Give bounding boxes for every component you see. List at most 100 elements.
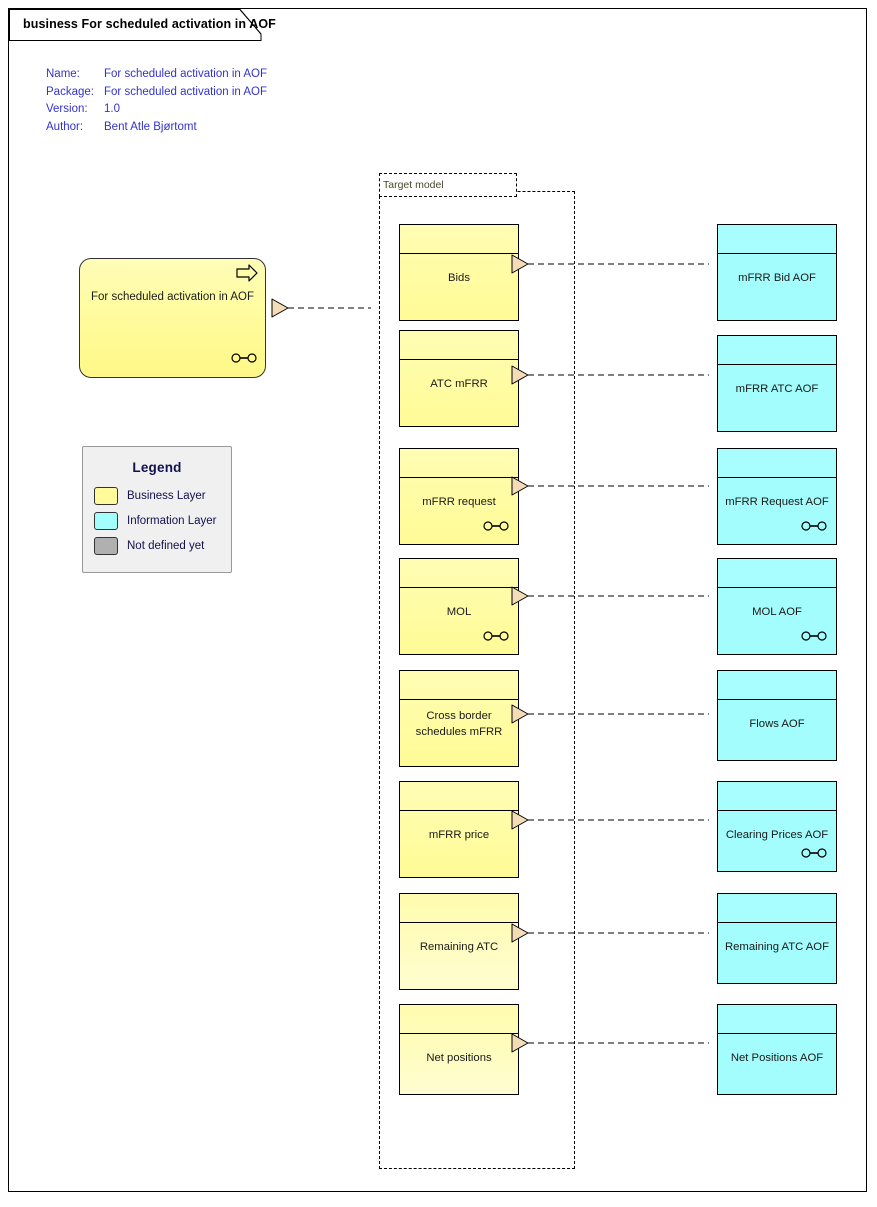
legend-item-information-layer: Information Layer (94, 509, 231, 532)
element-header-compartment (718, 449, 836, 478)
information-element-mol-aof[interactable]: MOL AOF (717, 558, 837, 655)
metadata-row-name: Name: For scheduled activation in AOF (46, 66, 267, 84)
diagram-title-text: business For scheduled activation in AOF (23, 17, 276, 31)
legend-swatch-not-defined-yet (94, 536, 118, 555)
element-header-compartment (400, 225, 518, 254)
business-element-atc-mfrr[interactable]: ATC mFRR (399, 330, 519, 427)
legend-swatch-business-layer (94, 486, 118, 505)
element-body-compartment: Bids (400, 254, 518, 320)
legend-title: Legend (132, 460, 182, 475)
element-name: Remaining ATC AOF (724, 941, 829, 953)
element-header-compartment (400, 782, 518, 811)
element-body-compartment: Cross border schedules mFRR (400, 700, 518, 766)
business-process-for-scheduled-activation[interactable]: For scheduled activation in AOF (79, 258, 266, 378)
metadata-key-version: Version: (46, 103, 88, 115)
ball-and-socket-icon (483, 628, 509, 646)
element-body-compartment: Net Positions AOF (718, 1034, 836, 1094)
metadata-row-package: Package: For scheduled activation in AOF (46, 84, 267, 102)
element-name: Flows AOF (749, 718, 805, 730)
legend-item-business-layer: Business Layer (94, 484, 231, 507)
element-body-compartment: mFRR Bid AOF (718, 254, 836, 320)
ball-and-socket-icon (801, 518, 827, 536)
element-name: mFRR Bid AOF (738, 272, 816, 284)
element-name: mFRR Request AOF (725, 496, 829, 508)
element-body-compartment: Flows AOF (718, 700, 836, 760)
element-name: MOL (446, 606, 472, 618)
element-name: mFRR ATC AOF (735, 383, 819, 395)
metadata-row-author: Author: Bent Atle Bjørtomt (46, 119, 267, 137)
business-element-cross-border-schedules-mfrr[interactable]: Cross border schedules mFRR (399, 670, 519, 767)
metadata-key-package: Package: (46, 85, 94, 98)
target-model-boundary-tag: Target model (379, 173, 517, 197)
element-body-compartment: mFRR ATC AOF (718, 365, 836, 431)
realization-connector-main-process (271, 298, 371, 318)
element-name: mFRR price (428, 829, 490, 841)
element-name: Cross border schedules mFRR (415, 710, 503, 738)
element-name: mFRR request (422, 496, 496, 508)
business-element-mol[interactable]: MOL (399, 558, 519, 655)
element-header-compartment (400, 1005, 518, 1034)
element-name: Clearing Prices AOF (725, 829, 829, 841)
metadata-value-package: For scheduled activation in AOF (104, 85, 267, 98)
ball-and-socket-icon (483, 518, 509, 536)
legend-panel: Legend Business Layer Information Layer … (82, 446, 232, 573)
element-body-compartment: ATC mFRR (400, 360, 518, 426)
element-body-compartment: mFRR request (400, 478, 518, 544)
metadata-value-version: 1.0 (104, 103, 120, 115)
legend-label-not-defined-yet: Not defined yet (127, 539, 205, 552)
element-body-compartment: Clearing Prices AOF (718, 811, 836, 871)
information-element-mfrr-bid-aof[interactable]: mFRR Bid AOF (717, 224, 837, 321)
element-name: ATC mFRR (430, 378, 488, 390)
element-header-compartment (718, 1005, 836, 1034)
element-name: Net Positions AOF (730, 1052, 824, 1064)
target-model-label: Target model (383, 179, 444, 191)
process-arrow-icon (236, 264, 258, 287)
element-header-compartment (718, 559, 836, 588)
legend-item-not-defined-yet: Not defined yet (94, 534, 231, 557)
element-header-compartment (718, 894, 836, 923)
element-header-compartment (718, 782, 836, 811)
information-element-net-positions-aof[interactable]: Net Positions AOF (717, 1004, 837, 1095)
element-header-compartment (718, 336, 836, 365)
information-element-mfrr-atc-aof[interactable]: mFRR ATC AOF (717, 335, 837, 432)
business-element-mfrr-price[interactable]: mFRR price (399, 781, 519, 878)
metadata-row-version: Version: 1.0 (46, 101, 267, 119)
information-element-remaining-atc-aof[interactable]: Remaining ATC AOF (717, 893, 837, 984)
legend-swatch-information-layer (94, 511, 118, 530)
element-header-compartment (718, 671, 836, 700)
business-element-remaining-atc[interactable]: Remaining ATC (399, 893, 519, 990)
metadata-key-author: Author: (46, 120, 84, 133)
metadata-value-name: For scheduled activation in AOF (104, 68, 267, 80)
business-element-mfrr-request[interactable]: mFRR request (399, 448, 519, 545)
metadata-key-name: Name: (46, 68, 80, 80)
element-header-compartment (400, 331, 518, 360)
element-name: MOL AOF (752, 606, 802, 618)
element-header-compartment (400, 449, 518, 478)
element-body-compartment: MOL AOF (718, 588, 836, 654)
legend-rows: Business Layer Information Layer Not def… (83, 484, 231, 557)
element-body-compartment: mFRR price (400, 811, 518, 877)
element-header-compartment (400, 559, 518, 588)
information-element-mfrr-request-aof[interactable]: mFRR Request AOF (717, 448, 837, 545)
element-body-compartment: Remaining ATC (400, 923, 518, 989)
information-element-clearing-prices-aof[interactable]: Clearing Prices AOF (717, 781, 837, 872)
diagram-title-tab: business For scheduled activation in AOF (9, 9, 276, 41)
legend-label-information-layer: Information Layer (127, 514, 217, 527)
element-body-compartment: Net positions (400, 1034, 518, 1094)
diagram-metadata: Name: For scheduled activation in AOF Pac… (46, 66, 267, 136)
element-body-compartment: Remaining ATC AOF (718, 923, 836, 983)
business-process-label: For scheduled activation in AOF (91, 291, 254, 303)
ball-and-socket-icon (801, 845, 827, 863)
element-header-compartment (400, 671, 518, 700)
element-name: Bids (448, 272, 470, 284)
element-name: Net positions (426, 1052, 492, 1064)
element-body-compartment: mFRR Request AOF (718, 478, 836, 544)
legend-label-business-layer: Business Layer (127, 489, 206, 502)
business-element-net-positions[interactable]: Net positions (399, 1004, 519, 1095)
element-header-compartment (718, 225, 836, 254)
ball-and-socket-icon (231, 350, 257, 368)
information-element-flows-aof[interactable]: Flows AOF (717, 670, 837, 761)
metadata-value-author: Bent Atle Bjørtomt (104, 120, 197, 133)
diagram-page-frame: business For scheduled activation in AOF… (8, 8, 867, 1192)
business-element-bids[interactable]: Bids (399, 224, 519, 321)
